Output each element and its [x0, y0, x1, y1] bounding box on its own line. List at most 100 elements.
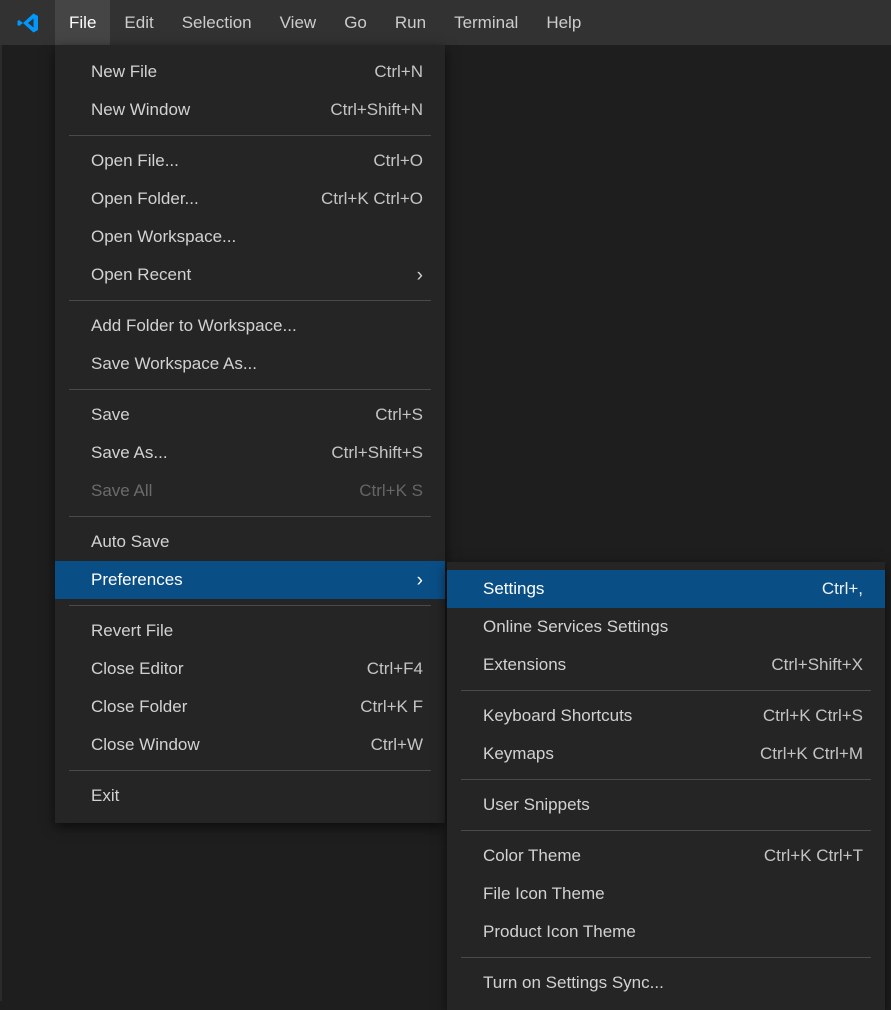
menu-item-shortcut: Ctrl+S [375, 405, 423, 425]
menu-item-close-folder[interactable]: Close FolderCtrl+K F [55, 688, 445, 726]
menu-item-label: Preferences [91, 570, 409, 590]
menu-item-label: Save All [91, 481, 359, 501]
menu-item-save-workspace-as[interactable]: Save Workspace As... [55, 345, 445, 383]
menu-item-label: Extensions [483, 655, 771, 675]
menu-item-label: Save [91, 405, 375, 425]
menu-item-label: Keymaps [483, 744, 760, 764]
menu-item-shortcut: Ctrl+O [373, 151, 423, 171]
menubar-item-label: Go [344, 13, 367, 33]
menu-item-shortcut: Ctrl+K Ctrl+T [764, 846, 863, 866]
menu-item-file-icon-theme[interactable]: File Icon Theme [447, 875, 885, 913]
menu-item-keymaps[interactable]: KeymapsCtrl+K Ctrl+M [447, 735, 885, 773]
menubar-item-label: Run [395, 13, 426, 33]
menu-item-shortcut: Ctrl+Shift+S [331, 443, 423, 463]
chevron-right-icon: › [409, 571, 423, 590]
menu-item-color-theme[interactable]: Color ThemeCtrl+K Ctrl+T [447, 837, 885, 875]
menu-item-label: User Snippets [483, 795, 863, 815]
menu-separator [69, 300, 431, 301]
menu-item-label: Open Folder... [91, 189, 321, 209]
menu-item-label: Exit [91, 786, 423, 806]
menu-item-open-recent[interactable]: Open Recent› [55, 256, 445, 294]
menubar-item-help[interactable]: Help [532, 0, 595, 45]
menubar-item-label: Edit [124, 13, 153, 33]
menu-item-label: Add Folder to Workspace... [91, 316, 423, 336]
file-menu-dropdown: New FileCtrl+NNew WindowCtrl+Shift+NOpen… [55, 45, 445, 823]
menu-item-label: File Icon Theme [483, 884, 863, 904]
menubar-item-label: Help [546, 13, 581, 33]
menu-item-label: Open File... [91, 151, 373, 171]
menubar-item-go[interactable]: Go [330, 0, 381, 45]
menu-item-label: New Window [91, 100, 330, 120]
menu-item-product-icon-theme[interactable]: Product Icon Theme [447, 913, 885, 951]
menu-separator [461, 957, 871, 958]
menu-item-label: Close Folder [91, 697, 360, 717]
menu-separator [69, 770, 431, 771]
menubar-item-view[interactable]: View [266, 0, 331, 45]
menu-item-label: Settings [483, 579, 822, 599]
menu-item-open-folder[interactable]: Open Folder...Ctrl+K Ctrl+O [55, 180, 445, 218]
menu-item-label: Auto Save [91, 532, 423, 552]
menu-item-auto-save[interactable]: Auto Save [55, 523, 445, 561]
menu-item-label: Revert File [91, 621, 423, 641]
menu-item-label: Save Workspace As... [91, 354, 423, 374]
menu-item-revert-file[interactable]: Revert File [55, 612, 445, 650]
menubar-item-label: Terminal [454, 13, 518, 33]
menu-item-keyboard-shortcuts[interactable]: Keyboard ShortcutsCtrl+K Ctrl+S [447, 697, 885, 735]
menu-item-save-as[interactable]: Save As...Ctrl+Shift+S [55, 434, 445, 472]
menu-separator [69, 516, 431, 517]
menu-item-add-folder[interactable]: Add Folder to Workspace... [55, 307, 445, 345]
menu-item-label: Turn on Settings Sync... [483, 973, 863, 993]
menu-item-close-window[interactable]: Close WindowCtrl+W [55, 726, 445, 764]
menu-item-label: Keyboard Shortcuts [483, 706, 763, 726]
menu-separator [69, 389, 431, 390]
menu-separator [461, 779, 871, 780]
menu-item-label: Open Workspace... [91, 227, 423, 247]
menu-item-close-editor[interactable]: Close EditorCtrl+F4 [55, 650, 445, 688]
menu-separator [461, 690, 871, 691]
menu-item-turn-on-settings-sync[interactable]: Turn on Settings Sync... [447, 964, 885, 1002]
menu-item-shortcut: Ctrl+Shift+X [771, 655, 863, 675]
menubar-item-terminal[interactable]: Terminal [440, 0, 532, 45]
menu-item-user-snippets[interactable]: User Snippets [447, 786, 885, 824]
app-logo [0, 0, 55, 45]
menu-item-shortcut: Ctrl+Shift+N [330, 100, 423, 120]
menu-item-label: Product Icon Theme [483, 922, 863, 942]
menu-item-exit[interactable]: Exit [55, 777, 445, 815]
menu-item-shortcut: Ctrl+K S [359, 481, 423, 501]
menu-item-save[interactable]: SaveCtrl+S [55, 396, 445, 434]
chevron-right-icon: › [409, 266, 423, 285]
menu-item-shortcut: Ctrl+K Ctrl+O [321, 189, 423, 209]
menubar-item-label: Selection [182, 13, 252, 33]
menubar-item-selection[interactable]: Selection [168, 0, 266, 45]
menu-item-label: Close Editor [91, 659, 367, 679]
vscode-icon [16, 11, 40, 35]
menu-item-label: Online Services Settings [483, 617, 863, 637]
menu-separator [461, 830, 871, 831]
menu-item-new-window[interactable]: New WindowCtrl+Shift+N [55, 91, 445, 129]
menubar-item-run[interactable]: Run [381, 0, 440, 45]
menu-item-new-file[interactable]: New FileCtrl+N [55, 53, 445, 91]
menubar: File Edit Selection View Go Run Terminal Help [0, 0, 891, 45]
menu-item-label: Save As... [91, 443, 331, 463]
menu-item-shortcut: Ctrl+, [822, 579, 863, 599]
editor-border [0, 45, 2, 1001]
menu-item-save-all: Save AllCtrl+K S [55, 472, 445, 510]
menubar-item-edit[interactable]: Edit [110, 0, 167, 45]
menu-item-label: Color Theme [483, 846, 764, 866]
menu-item-preferences[interactable]: Preferences› [55, 561, 445, 599]
menu-item-label: Open Recent [91, 265, 409, 285]
menu-item-label: Close Window [91, 735, 371, 755]
menu-item-extensions[interactable]: ExtensionsCtrl+Shift+X [447, 646, 885, 684]
menubar-item-file[interactable]: File [55, 0, 110, 45]
menubar-item-label: File [69, 13, 96, 33]
menu-item-open-file[interactable]: Open File...Ctrl+O [55, 142, 445, 180]
menu-item-settings[interactable]: SettingsCtrl+, [447, 570, 885, 608]
menu-item-shortcut: Ctrl+K Ctrl+M [760, 744, 863, 764]
menu-item-online-services-settings[interactable]: Online Services Settings [447, 608, 885, 646]
menubar-item-label: View [280, 13, 317, 33]
menu-item-shortcut: Ctrl+W [371, 735, 423, 755]
menu-item-shortcut: Ctrl+N [374, 62, 423, 82]
menu-item-open-workspace[interactable]: Open Workspace... [55, 218, 445, 256]
menu-item-shortcut: Ctrl+F4 [367, 659, 423, 679]
menu-item-shortcut: Ctrl+K Ctrl+S [763, 706, 863, 726]
